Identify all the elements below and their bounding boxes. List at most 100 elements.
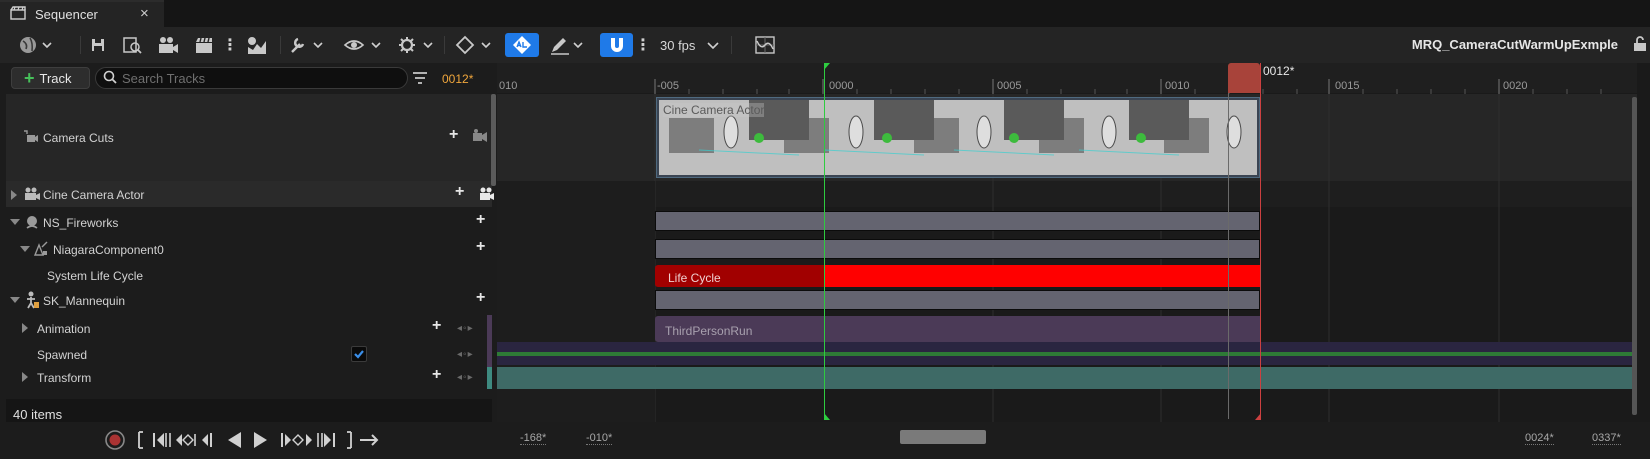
camera-cut-section[interactable]: Cine Camera Actor — [656, 97, 1260, 178]
auto-key-icon[interactable] — [505, 33, 539, 57]
search-icon — [103, 70, 117, 87]
key-navigation-icon[interactable]: ◂◦▸ — [457, 323, 474, 334]
record-icon[interactable] — [105, 430, 125, 450]
view-range-end[interactable]: 0337* — [1592, 432, 1621, 445]
add-track-button[interactable]: + — [455, 183, 464, 201]
step-back-icon[interactable] — [202, 433, 212, 447]
animation-section-label: ThirdPersonRun — [665, 324, 753, 338]
tab-sequencer[interactable]: Sequencer × — [0, 0, 164, 27]
collapse-arrow-icon[interactable] — [10, 219, 20, 225]
snap-options-icon[interactable]: ⋮ — [635, 33, 651, 57]
magnet-icon[interactable] — [600, 33, 633, 57]
end-marker-flag-icon — [1255, 413, 1261, 420]
track-label: Camera Cuts — [43, 131, 114, 145]
playhead-handle[interactable] — [1228, 63, 1260, 93]
add-section-button[interactable]: + — [432, 366, 441, 384]
step-forward-icon[interactable] — [281, 433, 291, 447]
track-label: Animation — [37, 322, 91, 336]
niagara-component-section[interactable] — [655, 239, 1260, 259]
search-input[interactable] — [122, 70, 392, 86]
world-icon[interactable] — [16, 33, 54, 57]
sk-mannequin-section[interactable] — [655, 290, 1260, 310]
add-track-button[interactable]: + — [476, 238, 485, 256]
key-navigation-icon[interactable]: ◂◦▸ — [457, 349, 474, 360]
horizontal-scroll-thumb[interactable] — [900, 430, 986, 444]
previous-key-icon[interactable] — [153, 433, 171, 447]
curve-editor-icon[interactable] — [245, 33, 269, 57]
toolbar-separator — [80, 36, 81, 54]
wrench-icon[interactable] — [288, 33, 324, 57]
track-row-ns-fireworks[interactable]: NS_Fireworks + — [6, 209, 492, 235]
playback-start-marker[interactable] — [824, 63, 825, 419]
niagara-system-icon — [24, 214, 40, 233]
tab-bar: Sequencer × — [0, 0, 1650, 27]
play-icon[interactable] — [254, 432, 267, 448]
outliner-scrollbar[interactable] — [491, 94, 496, 186]
collapse-arrow-icon[interactable] — [10, 297, 20, 303]
settings-gear-icon[interactable] — [396, 33, 434, 57]
unlock-icon[interactable] — [1633, 36, 1647, 55]
play-reverse-icon[interactable] — [228, 432, 241, 448]
add-track-button[interactable]: + Track — [11, 67, 90, 89]
life-cycle-section[interactable] — [824, 265, 1260, 287]
next-key-nav-icon[interactable] — [292, 434, 312, 446]
track-label: Cine Camera Actor — [43, 188, 145, 202]
key-navigation-icon[interactable]: ◂◦▸ — [457, 372, 474, 383]
graph-view-icon[interactable] — [752, 33, 778, 57]
start-marker-flag-icon — [824, 63, 830, 70]
collapse-arrow-icon[interactable] — [20, 246, 30, 252]
eye-icon[interactable] — [342, 33, 382, 57]
checkmark-icon — [354, 350, 364, 359]
spawned-checkbox[interactable] — [351, 346, 367, 362]
working-range-end[interactable]: 0024* — [1525, 432, 1554, 445]
add-track-button[interactable]: + — [476, 289, 485, 307]
add-section-button[interactable]: + — [432, 317, 441, 335]
camera-icon[interactable] — [479, 187, 495, 204]
pencil-icon[interactable] — [548, 33, 584, 57]
key-icon[interactable] — [454, 33, 492, 57]
transform-lane[interactable] — [497, 367, 1637, 389]
track-row-sk-mannequin[interactable]: SK_Mannequin + — [6, 287, 492, 313]
plus-icon: + — [24, 68, 35, 88]
spawned-bar[interactable] — [497, 352, 1637, 356]
track-label: Spawned — [37, 348, 88, 362]
expand-arrow-icon[interactable] — [22, 323, 28, 333]
loop-icon[interactable] — [360, 434, 379, 446]
track-label: SK_Mannequin — [43, 294, 126, 308]
jump-to-start-icon[interactable] — [138, 431, 143, 449]
jump-to-end-icon[interactable] — [347, 431, 352, 449]
timeline-scrollbar[interactable] — [1632, 97, 1637, 415]
ns-fireworks-section[interactable] — [655, 211, 1260, 231]
expand-arrow-icon[interactable] — [22, 372, 28, 382]
ruler-tick-label: 010 — [499, 80, 518, 92]
track-row-camera-cuts[interactable]: Camera Cuts + — [6, 94, 492, 181]
ruler-tick-label: 0010 — [1165, 80, 1190, 92]
track-row-cine-camera-actor[interactable]: Cine Camera Actor + — [6, 181, 495, 207]
close-icon[interactable]: × — [140, 5, 149, 22]
track-row-spawned[interactable]: Spawned ◂◦▸ — [6, 341, 492, 367]
search-tracks-field[interactable] — [95, 67, 408, 89]
view-range-start[interactable]: -168* — [520, 432, 547, 445]
camera-icon[interactable] — [155, 33, 181, 57]
track-row-animation[interactable]: Animation + ◂◦▸ — [6, 315, 492, 341]
add-track-button[interactable]: + — [476, 211, 485, 229]
more-options-icon[interactable]: ⋮ — [222, 33, 238, 57]
add-section-button[interactable]: + — [449, 126, 458, 144]
filter-icon[interactable] — [412, 71, 428, 88]
save-icon[interactable] — [88, 33, 108, 57]
track-row-niagara-component[interactable]: NiagaraComponent0 + — [6, 236, 492, 262]
clapperboard-icon[interactable] — [192, 33, 216, 57]
browse-icon[interactable] — [120, 33, 144, 57]
track-row-system-life-cycle[interactable]: System Life Cycle — [6, 262, 492, 288]
next-key-icon[interactable] — [317, 433, 335, 447]
track-row-transform[interactable]: Transform + ◂◦▸ — [6, 365, 492, 389]
fps-selector[interactable]: 30 fps — [660, 33, 719, 57]
current-frame-display[interactable]: 0012* — [442, 72, 473, 86]
camera-options-icon[interactable] — [472, 129, 488, 146]
key-nav-icon[interactable] — [176, 434, 196, 446]
playback-end-marker[interactable] — [1260, 63, 1261, 419]
timeline-range-bar — [497, 422, 1650, 459]
playhead-frame-label: 0012* — [1263, 64, 1295, 78]
working-range-start[interactable]: -010* — [586, 432, 613, 445]
expand-arrow-icon[interactable] — [11, 190, 17, 200]
